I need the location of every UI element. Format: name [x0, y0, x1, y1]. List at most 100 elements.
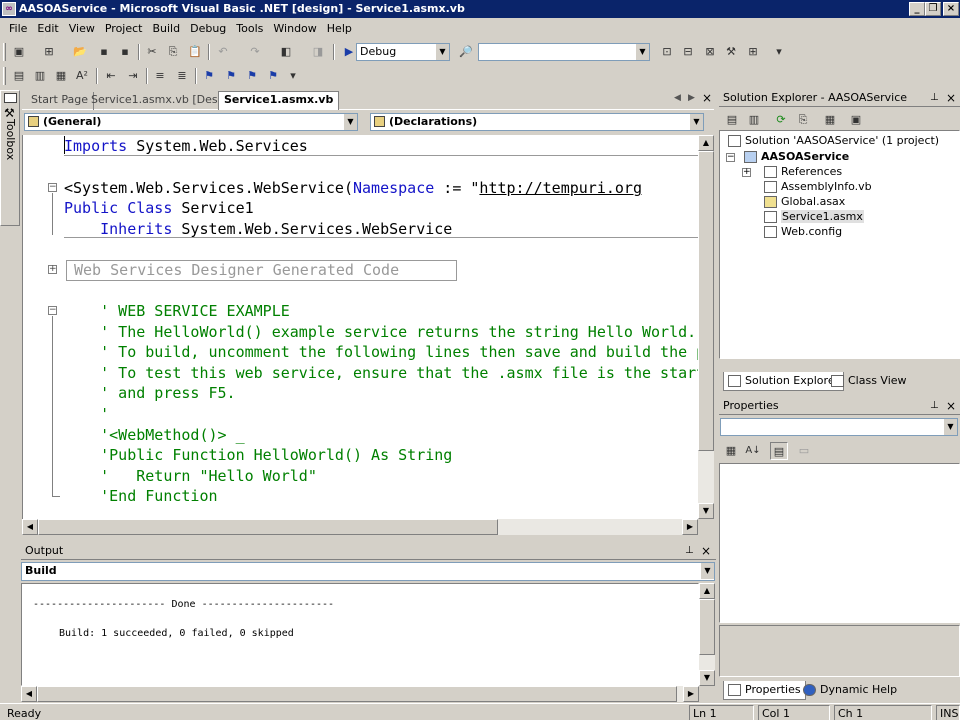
toolbar-grip[interactable] — [3, 43, 6, 61]
chevron-down-icon[interactable]: ▼ — [689, 114, 703, 130]
undo-icon[interactable]: ↶ — [214, 43, 232, 61]
output-vertical-scrollbar[interactable]: ▲ ▼ — [699, 583, 715, 686]
pin-icon[interactable]: ⊥ — [930, 398, 939, 414]
chevron-down-icon[interactable]: ▼ — [943, 419, 957, 435]
close-button[interactable]: × — [943, 2, 959, 16]
refresh-icon[interactable]: ⟳ — [772, 111, 790, 129]
tree-item-assemblyinfo[interactable]: AssemblyInfo.vb — [764, 179, 872, 194]
menu-edit[interactable]: Edit — [32, 19, 63, 39]
scroll-up-icon[interactable]: ▲ — [698, 135, 714, 151]
menu-help[interactable]: Help — [322, 19, 357, 39]
chevron-down-icon[interactable]: ▼ — [635, 44, 649, 60]
tab-properties[interactable]: Properties — [723, 681, 806, 700]
navigate-forward-icon[interactable]: ◨ — [309, 43, 327, 61]
collapse-icon[interactable]: − — [48, 183, 57, 192]
tab-class-view[interactable]: Class View — [827, 372, 911, 391]
toggle-bookmark-icon[interactable]: ⚑ — [200, 67, 218, 85]
tab-scroll-left-icon[interactable]: ◀ — [674, 93, 681, 103]
restore-button[interactable]: ❐ — [925, 2, 941, 16]
toolbox-strip[interactable]: ⚒ Toolbox — [0, 90, 20, 226]
expand-icon[interactable]: + — [742, 168, 751, 177]
tab-dynamic-help[interactable]: Dynamic Help — [799, 681, 901, 700]
toolbar-options-icon[interactable]: ▾ — [284, 67, 302, 85]
server-explorer-icon[interactable] — [4, 93, 17, 103]
close-icon[interactable]: × — [701, 543, 711, 559]
property-pages-icon[interactable]: ▭ — [795, 442, 813, 460]
pin-icon[interactable]: ⊥ — [930, 90, 939, 106]
tree-solution[interactable]: Solution 'AASOAService' (1 project) — [728, 133, 939, 148]
scroll-right-icon[interactable]: ▶ — [682, 519, 698, 535]
paste-icon[interactable]: 📋 — [186, 43, 204, 61]
scroll-up-icon[interactable]: ▲ — [699, 583, 715, 599]
editor-horizontal-scrollbar[interactable]: ◀ ▶ — [22, 519, 698, 535]
uncomment-icon[interactable]: ≣ — [173, 67, 191, 85]
categorized-icon[interactable]: ▦ — [722, 442, 740, 460]
editor-vertical-scrollbar[interactable]: ▲ ▼ — [698, 135, 714, 519]
scrollbar-thumb[interactable] — [698, 151, 714, 451]
toolbox-icon[interactable]: ⚒ — [722, 43, 740, 61]
method-name-dropdown[interactable]: (Declarations) ▼ — [370, 113, 704, 131]
scrollbar-thumb[interactable] — [38, 519, 498, 535]
tree-item-service1-asmx[interactable]: Service1.asmx — [764, 209, 864, 224]
menu-debug[interactable]: Debug — [185, 19, 231, 39]
tree-project[interactable]: AASOAService — [744, 149, 849, 164]
open-file-icon[interactable]: 📂 — [71, 43, 89, 61]
scrollbar-thumb[interactable] — [699, 599, 715, 655]
tree-item-global-asax[interactable]: Global.asax — [764, 194, 845, 209]
properties-icon[interactable]: ▣ — [847, 111, 865, 129]
comment-out-icon[interactable]: ≡ — [151, 67, 169, 85]
scroll-right-icon[interactable]: ▶ — [683, 686, 699, 702]
scrollbar-thumb[interactable] — [37, 686, 677, 702]
redo-icon[interactable]: ↷ — [246, 43, 264, 61]
menu-view[interactable]: View — [64, 19, 100, 39]
save-all-icon[interactable]: ▪ — [116, 43, 134, 61]
tab-service-code[interactable]: Service1.asmx.vb — [218, 91, 340, 110]
decrease-indent-icon[interactable]: ⇤ — [102, 67, 120, 85]
app-icon[interactable]: ∞ — [2, 2, 16, 16]
menu-file[interactable]: File — [4, 19, 32, 39]
close-icon[interactable]: × — [946, 90, 956, 106]
menu-tools[interactable]: Tools — [231, 19, 268, 39]
menu-build[interactable]: Build — [147, 19, 185, 39]
solution-explorer-icon[interactable]: ⊡ — [658, 43, 676, 61]
property-grid[interactable] — [719, 463, 960, 623]
properties-view-icon[interactable]: ▤ — [770, 442, 788, 460]
code-editor[interactable]: Imports System.Web.Services − <System.We… — [22, 135, 698, 519]
menu-project[interactable]: Project — [100, 19, 148, 39]
chevron-down-icon[interactable]: ▼ — [435, 44, 449, 60]
chevron-down-icon[interactable]: ▼ — [700, 563, 714, 579]
tab-start-page[interactable]: Start Page — [26, 92, 94, 110]
output-horizontal-scrollbar[interactable]: ◀ ▶ — [21, 686, 699, 702]
view-designer-icon[interactable]: ▥ — [745, 111, 763, 129]
menu-window[interactable]: Window — [268, 19, 321, 39]
scroll-left-icon[interactable]: ◀ — [22, 519, 38, 535]
tree-item-web-config[interactable]: Web.config — [764, 224, 842, 239]
solution-tree[interactable]: Solution 'AASOAService' (1 project) − AA… — [719, 130, 960, 359]
next-bookmark-icon[interactable]: ⚑ — [222, 67, 240, 85]
output-text-area[interactable]: ---------------------- Done ------------… — [21, 583, 699, 686]
toolbar-grip[interactable] — [3, 67, 6, 85]
increase-indent-icon[interactable]: ⇥ — [124, 67, 142, 85]
collapsed-region[interactable]: Web Services Designer Generated Code — [66, 260, 457, 281]
expand-icon[interactable]: + — [48, 265, 57, 274]
scroll-down-icon[interactable]: ▼ — [699, 670, 715, 686]
find-in-files-icon[interactable]: 🔎 — [457, 43, 475, 61]
add-item-icon[interactable]: ⊞ — [40, 43, 58, 61]
scroll-down-icon[interactable]: ▼ — [698, 503, 714, 519]
scroll-left-icon[interactable]: ◀ — [21, 686, 37, 702]
cut-icon[interactable]: ✂ — [143, 43, 161, 61]
toolbox-label[interactable]: Toolbox — [4, 119, 17, 160]
tab-solution-explorer[interactable]: Solution Explorer — [723, 372, 845, 391]
solution-config-dropdown[interactable]: Debug ▼ — [356, 43, 450, 61]
chevron-down-icon[interactable]: ▼ — [343, 114, 357, 130]
tree-item-references[interactable]: References — [764, 164, 842, 179]
object-dropdown[interactable]: ▼ — [720, 418, 958, 436]
collapse-icon[interactable]: − — [48, 306, 57, 315]
class-view-icon[interactable]: ⊞ — [744, 43, 762, 61]
find-combo[interactable]: ▼ — [478, 43, 650, 61]
new-project-icon[interactable]: ▣ — [10, 43, 28, 61]
show-all-files-icon[interactable]: ▦ — [821, 111, 839, 129]
quick-info-icon[interactable]: ▦ — [52, 67, 70, 85]
object-browser-icon[interactable]: ⊠ — [701, 43, 719, 61]
complete-word-icon[interactable]: A² — [73, 67, 91, 85]
